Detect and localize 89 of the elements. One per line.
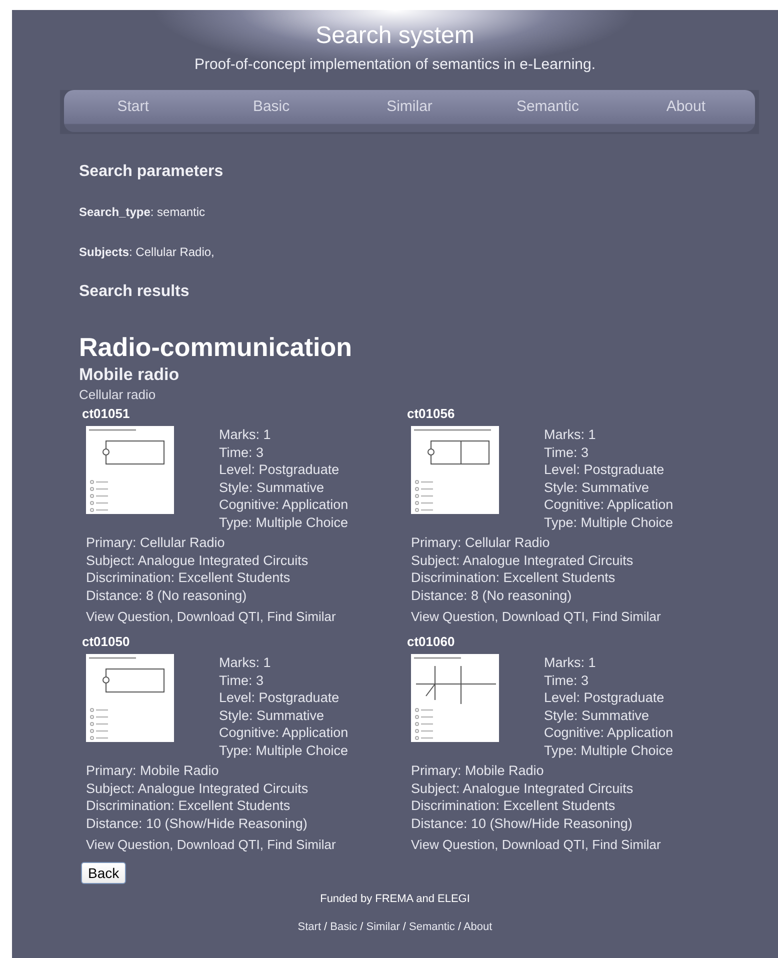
action-link[interactable]: Download QTI: [176, 609, 260, 624]
subcategory-heading: Mobile radio: [79, 364, 180, 386]
nav-link[interactable]: Semantic: [478, 90, 617, 124]
footer-link[interactable]: Semantic: [409, 921, 455, 933]
question-info: Discrimination: Excellent Students: [411, 569, 616, 586]
question-detail: Level: Postgraduate: [219, 689, 340, 706]
question-detail: Marks: 1: [219, 654, 272, 672]
comma-separator: ,: [584, 837, 590, 852]
comma-separator: ,: [170, 837, 174, 852]
comma-separator: ,: [494, 837, 500, 852]
comma-separator: ,: [494, 609, 500, 624]
question-info: Subject: Analogue Integrated Circuits: [411, 780, 634, 797]
question-id: ct01056: [407, 405, 456, 423]
question-detail: Style: Summative: [219, 706, 326, 724]
question-detail: Time: 3: [544, 444, 590, 461]
question-info: Subject: Analogue Integrated Circuits: [86, 552, 310, 569]
question-info: Discrimination: Excellent Students: [411, 797, 616, 814]
slash-separator: /: [359, 921, 364, 933]
question-info: Primary: Cellular Radio: [86, 534, 226, 552]
question-info: Distance: 10 (Show/Hide Reasoning): [411, 814, 634, 832]
question-detail: Level: Postgraduate: [219, 461, 340, 478]
question-detail: Marks: 1: [544, 426, 597, 444]
question-detail: Level: Postgraduate: [544, 461, 666, 478]
action-link[interactable]: Find Similar: [592, 837, 661, 852]
question-info: Distance: 8 (No reasoning): [411, 586, 573, 604]
question-info: Distance: 10 (Show/Hide Reasoning): [86, 814, 308, 832]
question-detail: Time: 3: [219, 444, 265, 461]
question-detail: Type: Multiple Choice: [544, 742, 674, 759]
action-link[interactable]: Find Similar: [267, 837, 336, 852]
question-info: Discrimination: Excellent Students: [86, 797, 292, 814]
question-detail: Time: 3: [219, 672, 265, 689]
funding-note: Funded by FREMA and ELEGI: [320, 892, 470, 906]
question-detail: Marks: 1: [219, 426, 272, 444]
action-link[interactable]: View Question: [86, 609, 170, 624]
slash-separator: /: [456, 921, 462, 933]
question-id: ct01050: [82, 633, 131, 651]
comma-separator: ,: [170, 609, 174, 624]
question-detail: Type: Multiple Choice: [544, 514, 674, 531]
question-info: Primary: Mobile Radio: [86, 762, 220, 780]
question-detail: Style: Summative: [219, 478, 326, 496]
question-info: Distance: 8 (No reasoning): [86, 586, 248, 604]
action-link[interactable]: Find Similar: [267, 609, 336, 624]
search-parameter: Search_type: semantic: [79, 204, 206, 221]
question-detail: Cognitive: Application: [219, 724, 348, 742]
footer-link[interactable]: Basic: [330, 921, 358, 933]
question-info: Primary: Mobile Radio: [411, 762, 545, 780]
footer-link[interactable]: About: [463, 921, 492, 933]
back-button[interactable]: Back: [81, 862, 126, 884]
section-heading: Search parameters: [79, 162, 224, 182]
nav-link[interactable]: Start: [64, 90, 202, 124]
search-parameter: Subjects: Cellular Radio,: [79, 244, 216, 261]
question-detail: Type: Multiple Choice: [219, 514, 348, 531]
category-heading: Radio-communication: [79, 332, 354, 362]
action-link[interactable]: Download QTI: [502, 837, 585, 852]
question-info: Subject: Analogue Integrated Circuits: [86, 780, 310, 797]
topic-label: Cellular radio: [79, 386, 157, 404]
comma-separator: ,: [260, 609, 265, 624]
question-detail: Cognitive: Application: [544, 496, 674, 514]
action-link[interactable]: Download QTI: [176, 837, 260, 852]
section-heading: Search results: [79, 282, 190, 302]
question-detail: Marks: 1: [544, 654, 597, 672]
question-detail: Time: 3: [544, 672, 590, 689]
question-detail: Cognitive: Application: [219, 496, 348, 514]
footer-link[interactable]: Similar: [366, 921, 400, 933]
question-detail: Type: Multiple Choice: [219, 742, 348, 759]
question-detail: Style: Summative: [544, 478, 650, 496]
action-link[interactable]: Find Similar: [592, 609, 661, 624]
nav-link[interactable]: Similar: [340, 90, 479, 124]
comma-separator: ,: [584, 609, 590, 624]
footer-link[interactable]: Start: [298, 921, 321, 933]
site-subtitle: Proof-of-concept implementation of semantics in e-Learning.: [194, 56, 596, 73]
action-link[interactable]: View Question: [411, 837, 495, 852]
question-detail: Cognitive: Application: [544, 724, 674, 742]
action-link[interactable]: View Question: [86, 837, 170, 852]
slash-separator: /: [402, 921, 407, 933]
question-detail: Style: Summative: [544, 706, 650, 724]
question-info: Primary: Cellular Radio: [411, 534, 551, 552]
site-title: Search system: [316, 22, 474, 50]
action-link[interactable]: View Question: [411, 609, 495, 624]
nav-link[interactable]: About: [616, 90, 756, 124]
question-info: Subject: Analogue Integrated Circuits: [411, 552, 634, 569]
question-id: ct01060: [407, 633, 456, 651]
question-info: Discrimination: Excellent Students: [86, 569, 292, 586]
slash-separator: /: [323, 921, 328, 933]
question-detail: Level: Postgraduate: [544, 689, 666, 706]
comma-separator: ,: [260, 837, 265, 852]
question-id: ct01051: [82, 405, 131, 423]
action-link[interactable]: Download QTI: [502, 609, 585, 624]
nav-link[interactable]: Basic: [202, 90, 340, 124]
